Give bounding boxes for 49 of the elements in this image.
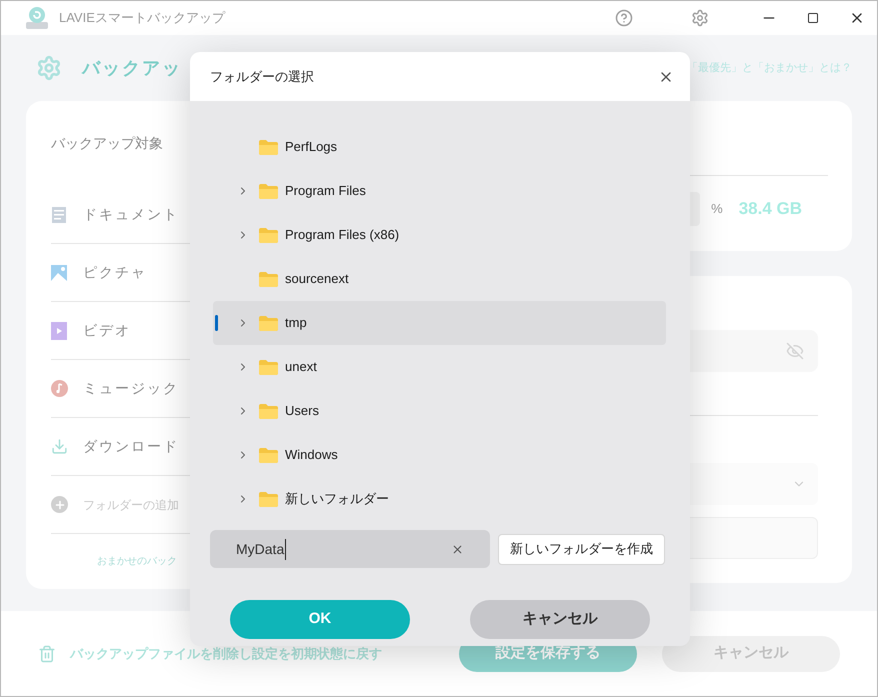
film-icon — [51, 322, 67, 340]
folder-icon — [259, 272, 278, 286]
settings-icon — [36, 55, 62, 81]
folder-icon — [259, 360, 278, 374]
folder-name: tmp — [285, 314, 307, 332]
maximize-icon[interactable] — [807, 12, 819, 24]
folder-name: PerfLogs — [285, 138, 338, 156]
folder-name: Program Files — [285, 182, 366, 200]
folder-name: Program Files (x86) — [285, 226, 400, 244]
folder-name: 新しいフォルダー — [285, 490, 389, 508]
selection-indicator — [215, 315, 218, 331]
document-icon — [51, 206, 67, 224]
folder-name: Windows — [285, 446, 338, 464]
create-folder-button[interactable]: 新しいフォルダーを作成 — [498, 534, 665, 564]
folder-row[interactable]: Program Files — [213, 169, 666, 213]
folder-name: sourcenext — [285, 270, 349, 288]
section-heading: バックアップ対象 — [51, 134, 163, 153]
folder-icon — [259, 140, 278, 154]
window-title: LAVIEスマートバックアップ — [59, 9, 225, 28]
folder-row[interactable]: PerfLogs — [213, 125, 666, 169]
cancel-button[interactable]: キャンセル — [470, 600, 650, 639]
help-icon[interactable] — [615, 9, 633, 27]
folder-icon — [259, 184, 278, 198]
folder-row[interactable]: Windows — [213, 433, 666, 477]
percent-unit: % — [711, 200, 723, 218]
page-title: バックアッ — [82, 56, 182, 80]
folder-row[interactable]: tmp — [213, 301, 666, 345]
folder-name: Users — [285, 402, 319, 420]
settings-icon[interactable] — [691, 9, 709, 27]
folder-icon — [259, 404, 278, 418]
image-icon — [51, 264, 67, 280]
folder-icon — [259, 492, 278, 506]
app-logo-icon — [25, 6, 49, 30]
folder-row[interactable]: sourcenext — [213, 257, 666, 301]
folder-name-field[interactable]: MyData — [210, 530, 490, 568]
music-icon — [51, 380, 68, 397]
download-icon — [51, 438, 68, 455]
folder-icon — [259, 228, 278, 242]
dialog-title: フォルダーの選択 — [210, 68, 314, 86]
folder-row[interactable]: Program Files (x86) — [213, 213, 666, 257]
folder-icon — [259, 448, 278, 462]
folder-name: unext — [285, 358, 317, 376]
folder-icon — [259, 316, 278, 330]
clear-icon[interactable] — [451, 542, 464, 556]
folder-row[interactable]: 新しいフォルダー — [213, 477, 666, 521]
add-icon — [51, 496, 68, 513]
folder-row[interactable]: Users — [213, 389, 666, 433]
folder-row[interactable]: unext — [213, 345, 666, 389]
size-value: 38.4 GB — [738, 198, 802, 220]
